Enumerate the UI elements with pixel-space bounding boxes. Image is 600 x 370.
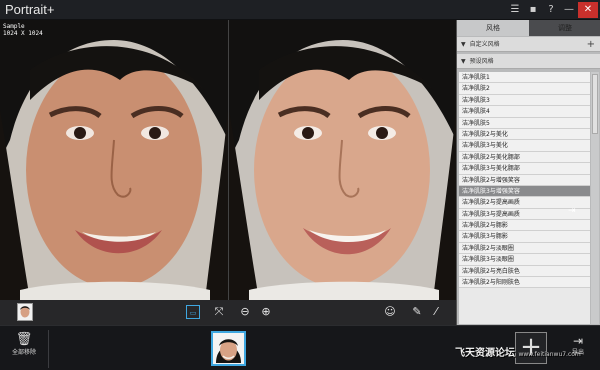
zoom-in-icon[interactable]: ⊕ bbox=[259, 305, 273, 319]
tab-styles[interactable]: 风格 bbox=[457, 20, 529, 36]
style-item[interactable]: 洁净肌肤2 bbox=[459, 83, 590, 95]
watermark-text: 飞天资源论坛 bbox=[455, 348, 515, 359]
apply-style-icon[interactable]: ⇥ bbox=[568, 206, 576, 216]
image-size: 1024 X 1024 bbox=[3, 30, 43, 37]
eraser-icon[interactable]: ✎ bbox=[410, 305, 424, 319]
tab-adjust[interactable]: 调整 bbox=[529, 20, 600, 36]
style-list-scrollbar[interactable] bbox=[591, 72, 599, 324]
viewer-toolbar: ▭ ⤧ ⊖ ⊕ ☺ ✎ ⁄ bbox=[0, 300, 456, 325]
filmstrip: 🗑 全部移除 + 飞天资源论坛 www.feitianwu7.com ⇥ 导出 bbox=[0, 325, 600, 370]
face-detect-icon[interactable]: ☺ bbox=[383, 305, 397, 319]
chat-icon[interactable]: ▪ bbox=[524, 2, 542, 18]
help-icon[interactable]: ? bbox=[542, 2, 560, 18]
clear-all-button[interactable]: 🗑 全部移除 bbox=[6, 332, 42, 366]
film-thumbnail[interactable] bbox=[211, 331, 246, 366]
custom-styles-header[interactable]: ▼ 自定义风格 + bbox=[457, 37, 600, 52]
face-thumbnail[interactable] bbox=[17, 303, 33, 321]
watermark: 飞天资源论坛 www.feitianwu7.com bbox=[455, 344, 581, 359]
image-name: Sample bbox=[3, 23, 25, 30]
film-thumbnail-image bbox=[213, 333, 244, 364]
style-item[interactable]: 洁净肌肤3 bbox=[459, 94, 590, 107]
preset-styles-label: 预设风格 bbox=[469, 58, 494, 65]
style-item[interactable]: 洁净肌肤2与腮影 bbox=[459, 220, 590, 232]
style-item[interactable]: 洁净肌肤2与亮白肤色 bbox=[459, 265, 590, 278]
style-item[interactable]: 洁净肌肤2与美化 bbox=[459, 128, 590, 141]
preset-styles-header[interactable]: ▼ 预设风格 bbox=[457, 54, 600, 69]
collapse-arrow-icon: ▼ bbox=[461, 58, 466, 65]
add-style-icon[interactable]: + bbox=[587, 37, 595, 52]
image-viewer: Sample 1024 X 1024 ▭ ⤧ ⊖ ⊕ ☺ ✎ ⁄ bbox=[0, 20, 456, 325]
app-window: Portrait+ ☰ ▪ ? — ✕ Sample 1024 X 1024 ▭… bbox=[0, 0, 600, 370]
strip-separator bbox=[48, 330, 49, 368]
style-item[interactable]: 洁净肌肤3与增强笑容 bbox=[459, 185, 590, 198]
export-button[interactable]: ⇥ 导出 bbox=[563, 334, 593, 357]
style-item[interactable]: 洁净肌肤3与腮影 bbox=[459, 231, 590, 243]
export-icon: ⇥ bbox=[572, 334, 584, 348]
retouched-image bbox=[229, 20, 456, 300]
style-item[interactable]: 洁净肌肤5 bbox=[459, 117, 590, 129]
style-panel: 风格 调整 ▼ 自定义风格 + ▼ 预设风格 洁净肌肤1 洁净肌肤2 洁净肌肤3 洁净肌肤… bbox=[456, 20, 600, 325]
titlebar-controls: ☰ ▪ ? — ✕ bbox=[506, 2, 598, 18]
trash-icon: 🗑 bbox=[15, 332, 33, 347]
panel-tabs: 风格 调整 bbox=[457, 20, 600, 36]
style-item[interactable]: 洁净肌肤3与淡眼圈 bbox=[459, 254, 590, 266]
export-label: 导出 bbox=[571, 349, 584, 356]
style-item[interactable]: 洁净肌肤3与美化 bbox=[459, 140, 590, 152]
image-info: Sample 1024 X 1024 bbox=[3, 23, 43, 37]
portrait-original bbox=[0, 20, 228, 300]
close-icon[interactable]: ✕ bbox=[578, 2, 598, 18]
scroll-thumb[interactable] bbox=[592, 74, 598, 134]
collapse-arrow-icon: ▼ bbox=[461, 41, 466, 48]
style-item[interactable]: 洁净肌肤2与淡眼圈 bbox=[459, 242, 590, 255]
style-item[interactable]: 洁净肌肤2与阳刚肤色 bbox=[459, 277, 590, 289]
style-item[interactable]: 洁净肌肤2与美化腮部 bbox=[459, 151, 590, 164]
portrait-retouched bbox=[229, 20, 456, 300]
brush-icon[interactable]: ⁄ bbox=[429, 305, 443, 319]
clear-all-label: 全部移除 bbox=[11, 349, 36, 356]
style-item[interactable]: 洁净肌肤1 bbox=[459, 72, 590, 84]
title-bar: Portrait+ ☰ ▪ ? — ✕ bbox=[0, 0, 600, 20]
custom-styles-label: 自定义风格 bbox=[469, 41, 500, 48]
style-item[interactable]: 洁净肌肤4 bbox=[459, 106, 590, 118]
face-thumbnail-image bbox=[18, 304, 32, 320]
fit-screen-icon[interactable]: ⤧ bbox=[212, 305, 226, 319]
minimize-icon[interactable]: — bbox=[560, 2, 578, 18]
original-image bbox=[0, 20, 228, 300]
compare-view-icon[interactable]: ▭ bbox=[186, 305, 200, 319]
list-icon[interactable]: ☰ bbox=[506, 2, 524, 18]
style-item[interactable]: 洁净肌肤2与增强笑容 bbox=[459, 174, 590, 186]
app-title: Portrait+ bbox=[5, 2, 55, 17]
preset-style-list: 洁净肌肤1 洁净肌肤2 洁净肌肤3 洁净肌肤4 洁净肌肤5 洁净肌肤2与美化 洁净肌肤3与美… bbox=[459, 72, 590, 324]
style-item[interactable]: 洁净肌肤3与美化腮部 bbox=[459, 163, 590, 175]
zoom-out-icon[interactable]: ⊖ bbox=[238, 305, 252, 319]
